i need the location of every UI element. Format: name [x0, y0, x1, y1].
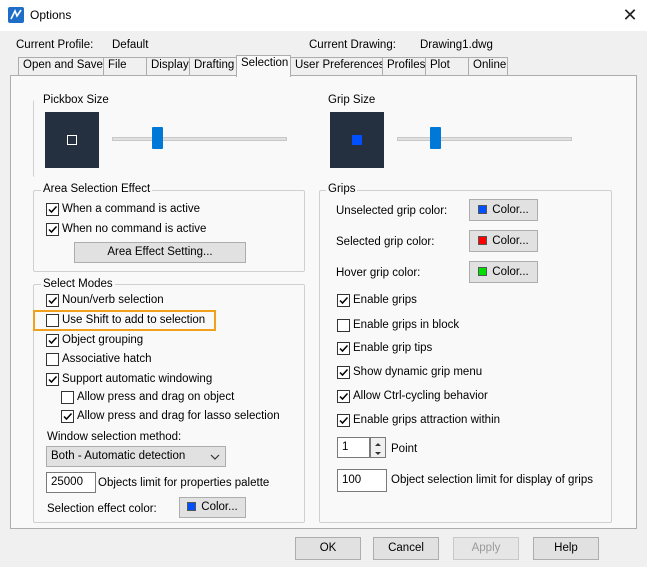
window-title: Options	[30, 8, 72, 22]
selected-color-button-label: Color...	[492, 235, 529, 247]
noun-verb-checkbox[interactable]	[46, 294, 59, 307]
pickbox-slider-track[interactable]	[112, 137, 287, 141]
when-not-active-checkbox[interactable]	[46, 223, 59, 236]
tab-online[interactable]: Online	[468, 57, 508, 75]
press-drag-label: Allow press and drag on object	[77, 391, 235, 403]
grip-square-icon	[352, 135, 362, 145]
current-profile-label: Current Profile:	[16, 39, 94, 51]
blue-swatch-icon	[187, 502, 197, 511]
tab-profiles[interactable]: Profiles	[382, 57, 426, 75]
grip-size-slider-track[interactable]	[397, 137, 572, 141]
current-drawing-value: Drawing1.dwg	[420, 39, 493, 51]
dynamic-menu-checkbox[interactable]	[337, 366, 350, 379]
use-shift-checkbox[interactable]	[46, 314, 59, 327]
assoc-hatch-label: Associative hatch	[62, 353, 152, 365]
selected-grip-label: Selected grip color:	[336, 236, 435, 248]
spin-down-icon[interactable]	[374, 448, 382, 460]
object-grouping-label: Object grouping	[62, 334, 144, 346]
pickbox-label: Pickbox Size	[41, 94, 111, 106]
effect-color-button[interactable]: Color...	[179, 497, 246, 518]
pickbox-square-icon	[67, 135, 77, 145]
apply-button[interactable]: Apply	[453, 537, 519, 560]
point-input[interactable]: 1	[337, 437, 370, 458]
window-method-label: Window selection method:	[47, 431, 182, 443]
grips-label: Grips	[326, 183, 358, 195]
tab-drafting[interactable]: Drafting	[189, 57, 237, 75]
auto-window-checkbox[interactable]	[46, 373, 59, 386]
enable-grips-checkbox[interactable]	[337, 294, 350, 307]
grip-limit-label: Object selection limit for display of gr…	[391, 474, 593, 486]
press-drag-lasso-checkbox[interactable]	[61, 410, 74, 423]
area-selection-label: Area Selection Effect	[41, 183, 153, 195]
pickbox-slider-thumb[interactable]	[152, 127, 163, 149]
help-button[interactable]: Help	[533, 537, 599, 560]
chevron-down-icon	[210, 450, 220, 469]
ok-button[interactable]: OK	[295, 537, 361, 560]
use-shift-label: Use Shift to add to selection	[62, 314, 206, 326]
unselected-color-button-label: Color...	[492, 204, 529, 216]
point-spinner[interactable]	[370, 437, 386, 458]
unselected-color-button[interactable]: Color...	[469, 199, 538, 221]
when-not-active-label: When no command is active	[62, 223, 207, 235]
effect-color-button-label: Color...	[201, 501, 238, 513]
press-drag-checkbox[interactable]	[61, 391, 74, 404]
attraction-checkbox[interactable]	[337, 414, 350, 427]
grips-in-block-label: Enable grips in block	[353, 319, 460, 331]
current-profile-value: Default	[112, 39, 149, 51]
cancel-button[interactable]: Cancel	[373, 537, 439, 560]
close-icon[interactable]: ✕	[618, 4, 642, 26]
green-swatch-icon	[478, 267, 488, 276]
grip-size-label: Grip Size	[326, 94, 378, 106]
tab-selection[interactable]: Selection	[236, 55, 291, 77]
tab-file[interactable]: File	[103, 57, 147, 75]
red-swatch-icon	[478, 236, 488, 245]
hover-color-button-label: Color...	[492, 266, 529, 278]
current-drawing-label: Current Drawing:	[309, 39, 396, 51]
ctrl-cycling-checkbox[interactable]	[337, 390, 350, 403]
select-modes-label: Select Modes	[41, 278, 115, 290]
app-icon	[8, 7, 24, 23]
grip-tips-checkbox[interactable]	[337, 342, 350, 355]
object-grouping-checkbox[interactable]	[46, 334, 59, 347]
ctrl-cycling-label: Allow Ctrl-cycling behavior	[353, 390, 488, 402]
tab-open-and-save[interactable]: Open and Save	[18, 57, 104, 75]
dynamic-menu-label: Show dynamic grip menu	[353, 366, 483, 378]
grip-tips-label: Enable grip tips	[353, 342, 433, 354]
selected-color-button[interactable]: Color...	[469, 230, 538, 252]
pickbox-preview	[45, 112, 99, 168]
auto-window-label: Support automatic windowing	[62, 373, 213, 385]
attraction-label: Enable grips attraction within	[353, 414, 501, 426]
when-active-label: When a command is active	[62, 203, 201, 215]
title-bar	[0, 0, 647, 31]
hover-color-button[interactable]: Color...	[469, 261, 538, 283]
effect-color-label: Selection effect color:	[47, 503, 157, 515]
grip-size-preview	[330, 112, 384, 168]
grips-in-block-checkbox[interactable]	[337, 319, 350, 332]
hover-grip-label: Hover grip color:	[336, 267, 421, 279]
enable-grips-label: Enable grips	[353, 294, 417, 306]
window-method-select[interactable]: Both - Automatic detection	[46, 446, 226, 467]
tab-user-preferences[interactable]: User Preferences	[290, 57, 384, 75]
grip-size-slider-thumb[interactable]	[430, 127, 441, 149]
tab-display[interactable]: Display	[146, 57, 190, 75]
assoc-hatch-checkbox[interactable]	[46, 353, 59, 366]
when-active-checkbox[interactable]	[46, 203, 59, 216]
press-drag-lasso-label: Allow press and drag for lasso selection	[77, 410, 280, 422]
noun-verb-label: Noun/verb selection	[62, 294, 164, 306]
unselected-grip-label: Unselected grip color:	[336, 205, 448, 217]
obj-limit-label: Objects limit for properties palette	[98, 477, 270, 489]
obj-limit-input[interactable]: 25000	[46, 472, 96, 493]
tab-plot[interactable]: Plot	[425, 57, 469, 75]
blue-swatch-icon	[478, 205, 488, 214]
area-effect-setting-button[interactable]: Area Effect Setting...	[74, 242, 246, 263]
window-method-value: Both - Automatic detection	[51, 450, 186, 462]
grip-limit-input[interactable]: 100	[337, 469, 387, 492]
point-label: Point	[391, 443, 418, 455]
